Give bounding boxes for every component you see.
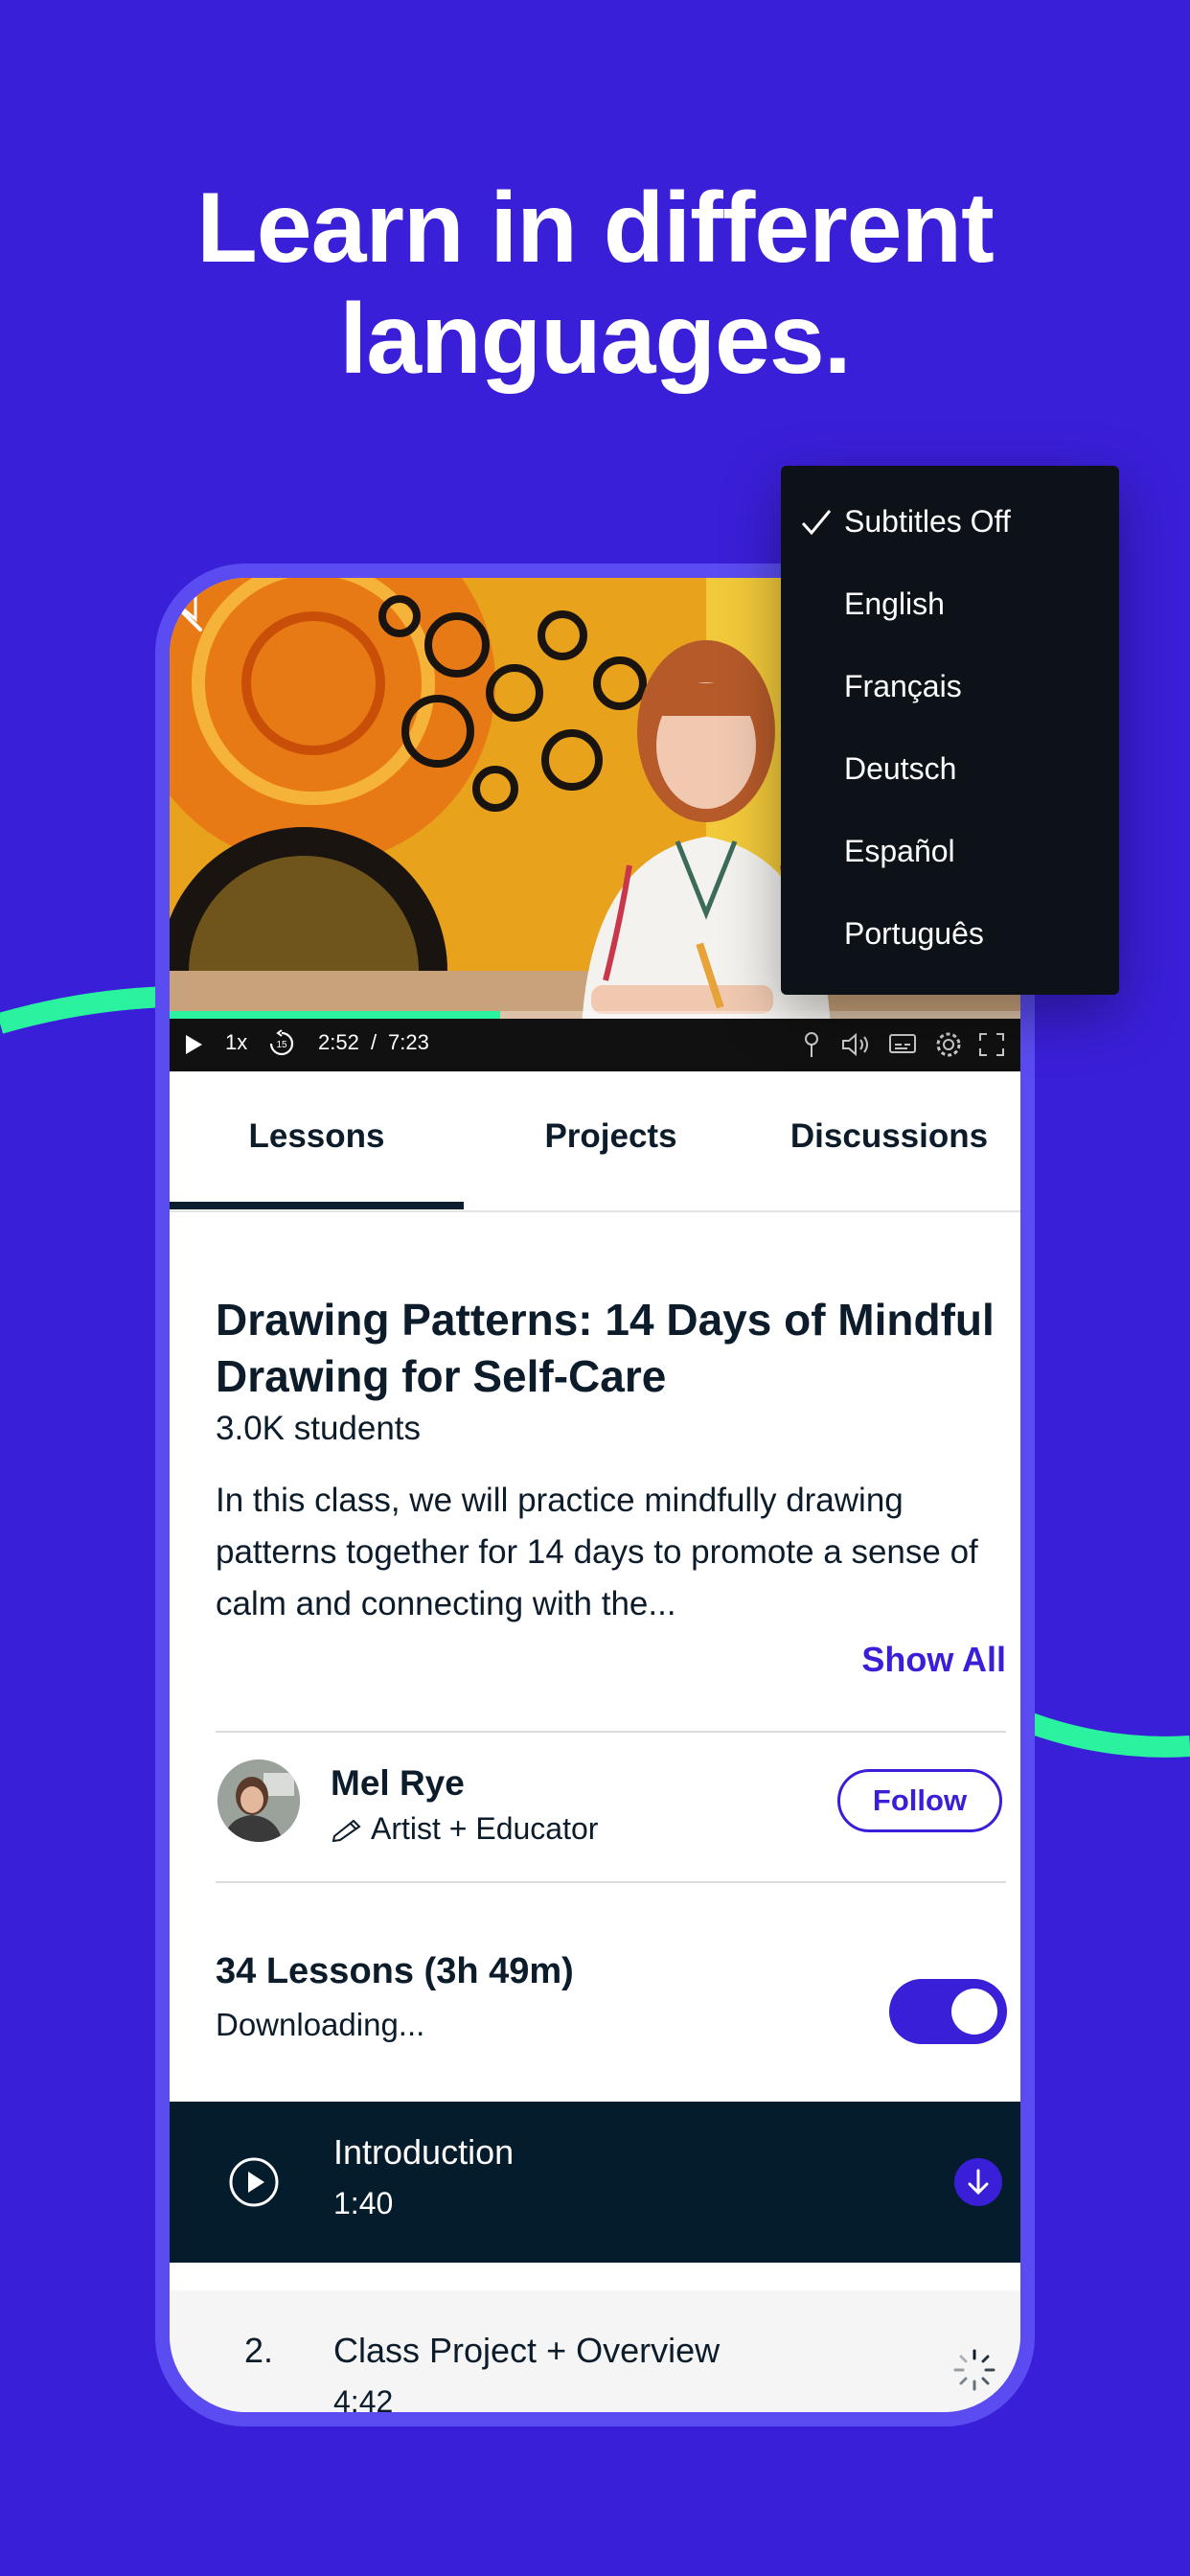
checkmark-icon <box>801 510 832 536</box>
lesson-title: Class Project + Overview <box>333 2331 721 2370</box>
loading-spinner-icon <box>953 2349 995 2391</box>
tab-projects[interactable]: Projects <box>464 1117 758 1156</box>
headline-line-2: languages. <box>339 284 851 395</box>
total-time: 7:23 <box>388 1030 429 1054</box>
player-controls: 1x 15 2:52 / 7:23 <box>170 1019 1020 1071</box>
teacher-avatar[interactable] <box>217 1760 300 1842</box>
video-progress-fill <box>170 1011 501 1019</box>
time-separator: / <box>371 1030 378 1054</box>
avatar-image <box>217 1760 300 1842</box>
teacher-role: Artist + Educator <box>371 1811 599 1846</box>
tab-bar: Lessons Projects Discussions <box>170 1071 1020 1212</box>
pencil-icon <box>332 1819 361 1842</box>
follow-button[interactable]: Follow <box>837 1769 1002 1832</box>
headline-line-1: Learn in different <box>196 172 994 284</box>
teacher-name[interactable]: Mel Rye <box>331 1763 465 1804</box>
subtitle-option-portugues[interactable]: Português <box>844 916 984 952</box>
lesson-duration: 1:40 <box>333 2186 394 2220</box>
tab-lessons[interactable]: Lessons <box>170 1117 464 1156</box>
lessons-summary: 34 Lessons (3h 49m) <box>216 1951 574 1991</box>
current-time: 2:52 <box>318 1030 359 1054</box>
fullscreen-icon[interactable] <box>978 1032 1005 1057</box>
video-progress-bar[interactable] <box>170 1011 1020 1019</box>
play-icon[interactable] <box>183 1033 204 1056</box>
download-status: Downloading... <box>216 2007 425 2042</box>
subtitle-option-espanol[interactable]: Español <box>844 834 955 869</box>
bookmark-icon[interactable] <box>170 578 198 622</box>
lesson-title: Introduction <box>333 2132 515 2172</box>
settings-gear-icon[interactable] <box>934 1030 963 1059</box>
course-description: In this class, we will practice mindfull… <box>216 1482 978 1622</box>
divider <box>216 1731 1006 1733</box>
course-title: Drawing Patterns: 14 Days of Mindful Dra… <box>216 1295 995 1401</box>
tab-discussions[interactable]: Discussions <box>758 1117 1020 1156</box>
lesson-item[interactable]: 2. Class Project + Overview 4:42 <box>170 2290 1020 2412</box>
teacher-role-line: Artist + Educator <box>331 1811 598 1847</box>
lesson-duration: 4:42 <box>333 2384 394 2412</box>
subtitles-icon[interactable] <box>888 1032 917 1057</box>
subtitles-dropdown: Subtitles Off English Français Deutsch E… <box>781 466 1119 995</box>
subtitle-option-deutsch[interactable]: Deutsch <box>844 751 956 787</box>
lesson-item-active[interactable]: Introduction 1:40 <box>170 2102 1020 2263</box>
volume-icon[interactable] <box>840 1031 871 1058</box>
subtitle-option-francais[interactable]: Français <box>844 669 962 704</box>
pin-icon[interactable] <box>802 1030 821 1059</box>
playback-speed[interactable]: 1x <box>225 1030 247 1055</box>
divider <box>216 1881 1006 1883</box>
lesson-number: 2. <box>244 2331 274 2370</box>
show-all-link[interactable]: Show All <box>861 1640 1006 1680</box>
headline: Learn in different languages. <box>0 172 1190 395</box>
toggle-knob <box>951 1989 997 2035</box>
student-count: 3.0K students <box>216 1410 422 1447</box>
svg-text:15: 15 <box>276 1040 287 1050</box>
subtitle-option-off[interactable]: Subtitles Off <box>844 504 1011 540</box>
play-circle-icon[interactable] <box>228 2156 280 2208</box>
active-tab-indicator <box>170 1202 464 1209</box>
download-toggle[interactable] <box>889 1979 1007 2044</box>
subtitle-option-english[interactable]: English <box>844 586 945 622</box>
rewind-15-icon[interactable]: 15 <box>267 1029 296 1058</box>
download-complete-icon[interactable] <box>954 2158 1002 2206</box>
